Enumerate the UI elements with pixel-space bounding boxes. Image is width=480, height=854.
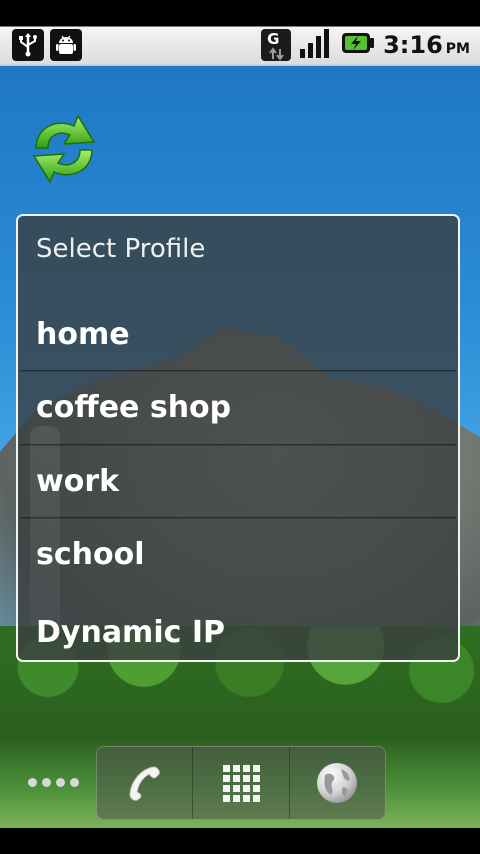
battery-charging-icon — [341, 30, 375, 60]
profile-item-label: home — [36, 317, 130, 352]
profile-item-label: school — [36, 537, 145, 572]
profile-item-label: coffee shop — [36, 390, 232, 425]
signal-strength-icon — [299, 27, 333, 63]
app-drawer-icon[interactable] — [193, 747, 290, 819]
dock — [96, 746, 386, 820]
profile-item-label: work — [36, 464, 120, 499]
bottom-bar — [0, 828, 480, 854]
home-screen-dots[interactable] — [28, 778, 79, 787]
phone-icon[interactable] — [97, 747, 194, 819]
status-clock: 3:16 PM — [383, 31, 470, 59]
dialog-title: Select Profile — [36, 234, 206, 264]
clock-time: 3:16 — [383, 31, 443, 59]
profile-item-dynamic-ip[interactable]: Dynamic IP — [18, 596, 458, 660]
gprs-data-icon: G — [261, 29, 292, 61]
clock-ampm: PM — [445, 41, 470, 57]
sync-arrows-icon[interactable] — [22, 104, 106, 194]
profile-item-home[interactable]: home — [18, 298, 458, 371]
browser-globe-icon[interactable] — [290, 747, 385, 819]
profile-item-school[interactable]: school — [18, 518, 458, 591]
usb-icon — [12, 29, 44, 61]
android-debug-icon — [50, 29, 82, 61]
select-profile-dialog: Select Profile home coffee shop work sch… — [16, 214, 460, 662]
status-bar: G 3:16 PM — [0, 0, 480, 66]
profile-item-coffee-shop[interactable]: coffee shop — [18, 371, 458, 444]
profile-item-label: Dynamic IP — [36, 615, 225, 650]
profile-item-work[interactable]: work — [18, 445, 458, 518]
